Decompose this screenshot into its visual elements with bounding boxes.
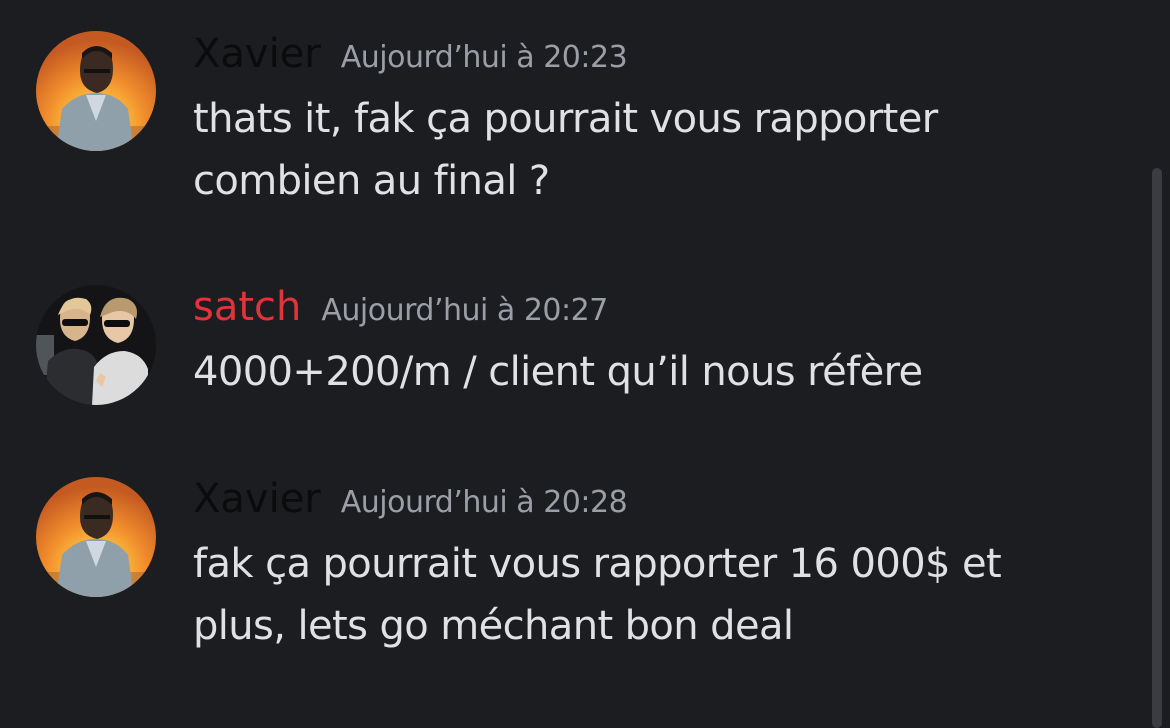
timestamp[interactable]: Aujourd’hui à 20:27 bbox=[321, 287, 608, 335]
message-text: fak ça pourrait vous rapporter 16 000$ e… bbox=[193, 541, 1002, 649]
chat-messages: Xavier Aujourd’hui à 20:23 thats it, fak … bbox=[0, 0, 1170, 728]
message-text: 4000+200/m / client qu’il nous réfère bbox=[193, 349, 923, 395]
message-header: satch Aujourd’hui à 20:27 bbox=[193, 283, 608, 333]
username[interactable]: Xavier bbox=[193, 475, 321, 523]
timestamp[interactable]: Aujourd’hui à 20:28 bbox=[341, 479, 628, 527]
timestamp[interactable]: Aujourd’hui à 20:23 bbox=[341, 34, 628, 82]
scrollbar[interactable] bbox=[1152, 168, 1162, 728]
username[interactable]: Xavier bbox=[193, 30, 321, 78]
message-header: Xavier Aujourd’hui à 20:23 bbox=[193, 30, 628, 82]
message-header: Xavier Aujourd’hui à 20:28 bbox=[193, 475, 628, 527]
avatar[interactable] bbox=[36, 31, 156, 151]
message-text: thats it, fak ça pourrait vous rapporter… bbox=[193, 96, 938, 204]
avatar[interactable] bbox=[36, 285, 156, 405]
avatar[interactable] bbox=[36, 477, 156, 597]
username[interactable]: satch bbox=[193, 283, 301, 331]
